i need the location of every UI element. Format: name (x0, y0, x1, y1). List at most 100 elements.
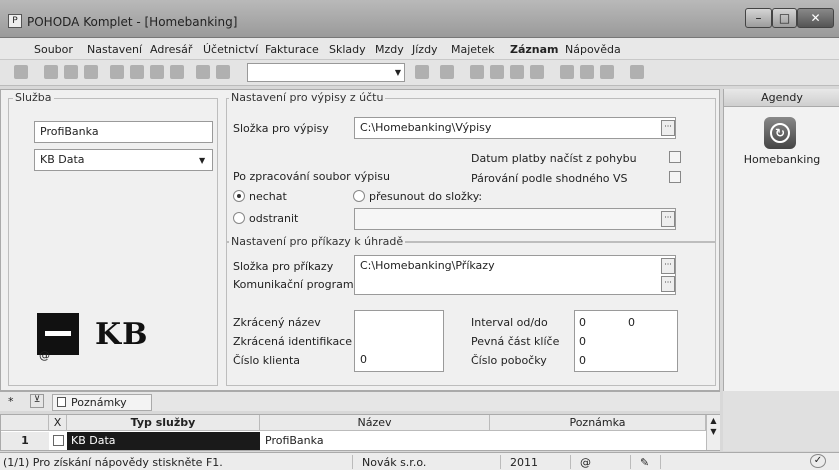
interval-from-field[interactable]: 0 (579, 316, 586, 329)
close-button[interactable]: ✕ (797, 8, 834, 28)
interval-box (574, 310, 678, 372)
right-lower-panel (723, 391, 839, 451)
delete-radio[interactable] (233, 212, 245, 224)
prikazy-folder-label: Složka pro příkazy (233, 260, 334, 273)
column-header[interactable]: X (49, 415, 67, 431)
toolbar-icon[interactable] (580, 65, 594, 79)
toolbar-icon[interactable] (150, 65, 164, 79)
tab-notes[interactable]: Poznámky (52, 394, 152, 411)
vypisy-group-label: Nastavení pro výpisy z účtu (229, 91, 386, 104)
toolbar-icon[interactable] (510, 65, 524, 79)
browse-button[interactable]: ··· (661, 120, 675, 136)
status-year: 2011 (510, 456, 538, 469)
row-checkbox[interactable] (53, 435, 64, 446)
menu-nastaveni[interactable]: Nastavení (87, 43, 142, 56)
interval-label: Interval od/do (471, 316, 548, 329)
branch-label: Číslo pobočky (471, 354, 547, 367)
column-header[interactable]: Typ služby (67, 415, 260, 431)
short-name-field[interactable]: 0 (354, 310, 444, 372)
toolbar-icon[interactable] (216, 65, 230, 79)
delete-radio-label: odstranit (249, 212, 299, 225)
parovani-checkbox[interactable] (669, 171, 681, 183)
maximize-button[interactable]: □ (772, 8, 797, 28)
homebanking-icon[interactable]: ↻ (764, 117, 796, 149)
toolbar-icon[interactable] (196, 65, 210, 79)
table-cell[interactable]: ProfiBanka (265, 432, 490, 450)
menu-adresar[interactable]: Adresář (150, 43, 192, 56)
vypisy-folder-field[interactable]: C:\Homebanking\Výpisy (354, 117, 676, 139)
services-table: X Typ služby Název Poznámka 1 KB Data Pr… (0, 414, 720, 451)
menu-ucetnictvi[interactable]: Účetnictví (203, 43, 258, 56)
toolbar-icon[interactable] (84, 65, 98, 79)
toolbar-icon[interactable] (470, 65, 484, 79)
window-title: POHODA Komplet - [Homebanking] (27, 15, 238, 29)
toolbar-icon[interactable] (14, 65, 28, 79)
sluzba-label: Služba (13, 91, 54, 104)
browse-button[interactable]: ··· (661, 211, 675, 227)
agendy-header: Agendy (724, 89, 839, 107)
menu-zaznam[interactable]: Záznam (510, 43, 559, 56)
menu-jizdy[interactable]: Jízdy (412, 43, 438, 56)
move-folder-field[interactable] (354, 208, 676, 230)
toolbar-icon[interactable] (560, 65, 574, 79)
po-zpracovani-label: Po zpracování soubor výpisu (233, 170, 390, 183)
toolbar-icon[interactable] (530, 65, 544, 79)
menu-majetek[interactable]: Majetek (451, 43, 495, 56)
service-name-field[interactable]: ProfiBanka (34, 121, 213, 143)
filter-icon[interactable]: ⊻ (30, 394, 44, 408)
toolbar-icon[interactable] (110, 65, 124, 79)
chevron-down-icon[interactable]: ▼ (199, 156, 205, 165)
toolbar-icon[interactable] (170, 65, 184, 79)
branch-field[interactable]: 0 (579, 354, 586, 367)
table-scrollbar[interactable]: ▲ ▼ (706, 415, 720, 450)
menu-mzdy[interactable]: Mzdy (375, 43, 404, 56)
toolbar-icon[interactable] (440, 65, 454, 79)
menu-napoveda[interactable]: Nápověda (565, 43, 621, 56)
table-cell[interactable]: KB Data (67, 432, 260, 450)
prikazy-group-label: Nastavení pro příkazy k úhradě (229, 235, 406, 248)
bank-select[interactable]: KB Data (34, 149, 213, 171)
status-at-icon: @ (580, 456, 591, 469)
toolbar-icon[interactable] (600, 65, 614, 79)
vypisy-folder-label: Složka pro výpisy (233, 122, 329, 135)
interval-to-field[interactable]: 0 (628, 316, 635, 329)
homebanking-agenda-label[interactable]: Homebanking (724, 153, 839, 166)
key-label: Pevná část klíče (471, 335, 560, 348)
move-radio[interactable] (353, 190, 365, 202)
datum-checkbox[interactable] (669, 151, 681, 163)
filter-icon[interactable] (415, 65, 429, 79)
keep-radio[interactable] (233, 190, 245, 202)
chevron-down-icon[interactable]: ▼ (391, 64, 405, 81)
move-radio-label: přesunout do složky: (369, 190, 483, 203)
status-company: Novák s.r.o. (362, 456, 427, 469)
program-label: Komunikační program (233, 278, 354, 291)
pen-icon: ✎ (640, 456, 650, 469)
toolbar: ▼ (0, 60, 839, 86)
key-field[interactable]: 0 (579, 335, 586, 348)
toolbar-icon[interactable] (130, 65, 144, 79)
agendy-panel: Agendy ↻ Homebanking (723, 89, 839, 391)
parovani-label: Párování podle shodného VS (471, 172, 628, 185)
client-no-label: Číslo klienta (233, 354, 301, 367)
row-number-header (1, 415, 49, 431)
tab-star[interactable]: * (8, 395, 14, 408)
toolbar-icon[interactable] (44, 65, 58, 79)
title-bar[interactable]: P POHODA Komplet - [Homebanking] – □ ✕ (0, 0, 839, 38)
toolbar-icon[interactable] (630, 65, 644, 79)
at-icon: @ (39, 349, 50, 362)
browse-button[interactable]: ··· (661, 276, 675, 292)
minimize-button[interactable]: – (745, 8, 772, 28)
status-help-text: (1/1) Pro získání nápovědy stiskněte F1. (3, 456, 223, 469)
table-cell[interactable] (494, 432, 704, 450)
toolbar-combo[interactable] (247, 63, 405, 82)
column-header[interactable]: Poznámka (490, 415, 706, 431)
toolbar-icon[interactable] (64, 65, 78, 79)
menu-soubor[interactable]: Soubor (34, 43, 73, 56)
menu-sklady[interactable]: Sklady (329, 43, 366, 56)
pohoda-app-icon[interactable]: P (8, 14, 22, 28)
menu-fakturace[interactable]: Fakturace (265, 43, 319, 56)
browse-button[interactable]: ··· (661, 258, 675, 274)
toolbar-icon[interactable] (490, 65, 504, 79)
prikazy-folder-field[interactable]: C:\Homebanking\Příkazy (354, 255, 676, 295)
column-header[interactable]: Název (260, 415, 490, 431)
